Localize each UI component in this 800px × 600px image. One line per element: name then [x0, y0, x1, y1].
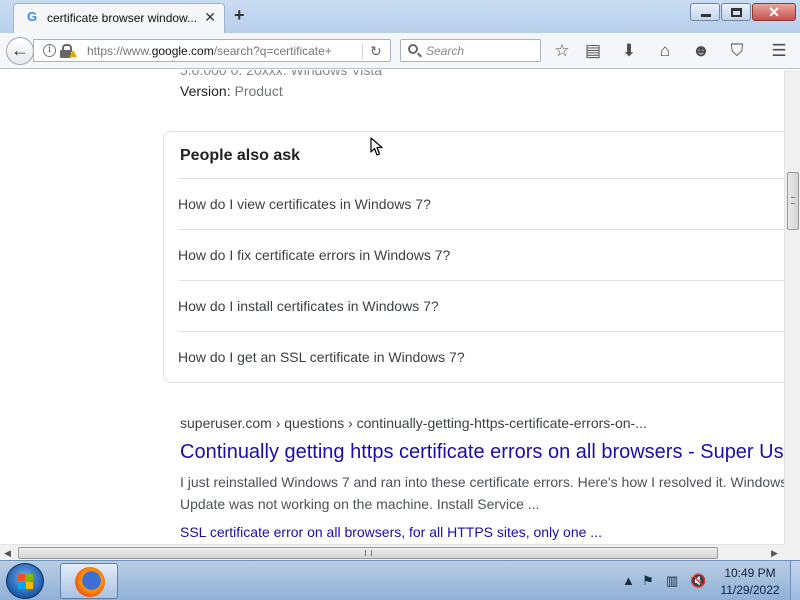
paa-question[interactable]: How do I fix certificate errors in Windo…: [178, 229, 784, 280]
paa-question[interactable]: How do I install certificates in Windows…: [178, 280, 784, 331]
warning-badge-icon: [69, 50, 77, 57]
firefox-icon: [75, 567, 105, 597]
clock-date: 11/29/2022: [720, 583, 780, 597]
search-placeholder: Search: [426, 44, 465, 58]
paa-question-text[interactable]: How do I get an SSL certificate in Windo…: [178, 349, 465, 365]
reload-icon[interactable]: ↻: [370, 42, 382, 60]
result-cite-url[interactable]: superuser.com › questions › continually-…: [180, 415, 647, 431]
tab-close-icon[interactable]: ✕: [204, 9, 216, 25]
version-line: Version: Product: [180, 83, 283, 99]
home-icon[interactable]: ⌂: [654, 40, 676, 62]
back-arrow-icon: ←: [11, 40, 29, 60]
search-bar[interactable]: Search: [400, 39, 541, 62]
maximize-button[interactable]: [721, 3, 751, 21]
windows-logo-icon: [18, 574, 34, 590]
pocket-icon[interactable]: ⛉: [726, 40, 748, 62]
navigation-toolbar: i https://www.google.com/search?q=certif…: [0, 33, 800, 69]
search-icon: [408, 44, 418, 54]
vertical-scroll-thumb[interactable]: [787, 172, 799, 230]
show-hidden-icons[interactable]: ▲: [622, 573, 635, 589]
paa-question[interactable]: How do I get an SSL certificate in Windo…: [178, 331, 784, 382]
url-text[interactable]: https://www.google.com/search?q=certific…: [87, 44, 362, 58]
paa-question-text[interactable]: How do I install certificates in Windows…: [178, 298, 439, 314]
snippet-line: I just reinstalled Windows 7 and ran int…: [180, 474, 784, 490]
browser-tab[interactable]: G certificate browser window... ✕: [13, 3, 225, 33]
tab-title: certificate browser window...: [47, 11, 198, 25]
page-content: 5.0.000 0. 20xxx: Windows Vista Version:…: [0, 70, 784, 544]
title-bar: G certificate browser window... ✕ + ✕: [0, 0, 800, 33]
paa-question-text[interactable]: How do I view certificates in Windows 7?: [178, 196, 431, 212]
windows-taskbar: ▲ ⚑ ▥ 🔇 10:49 PM 11/29/2022: [0, 560, 800, 600]
minimize-button[interactable]: [690, 3, 720, 21]
minimize-icon: [701, 14, 711, 17]
taskbar-firefox-button[interactable]: [60, 563, 118, 599]
vertical-scrollbar[interactable]: [784, 70, 800, 544]
reader-list-icon[interactable]: ▤: [582, 40, 604, 62]
google-favicon-icon: G: [26, 9, 38, 24]
system-clock[interactable]: 10:49 PM 11/29/2022: [712, 566, 788, 597]
close-window-button[interactable]: ✕: [752, 3, 796, 21]
people-also-ask-heading: People also ask: [180, 147, 301, 164]
info-icon[interactable]: i: [43, 44, 56, 57]
smiley-icon[interactable]: ☻: [690, 40, 712, 62]
paa-question[interactable]: How do I view certificates in Windows 7?: [178, 178, 784, 229]
url-bar[interactable]: i https://www.google.com/search?q=certif…: [33, 39, 391, 62]
close-icon: ✕: [768, 4, 780, 20]
previous-result-line: 5.0.000 0. 20xxx: Windows Vista: [180, 70, 383, 78]
network-icon[interactable]: ▥: [666, 573, 678, 589]
action-center-flag-icon[interactable]: ⚑: [642, 573, 654, 589]
show-desktop-button[interactable]: [790, 561, 800, 600]
back-button[interactable]: ←: [6, 37, 34, 65]
download-icon[interactable]: ⬇: [618, 40, 640, 62]
horizontal-scrollbar[interactable]: ◀ ▶: [0, 544, 784, 560]
snippet-line: Update was not working on the machine. I…: [180, 496, 540, 512]
window-controls: ✕: [690, 3, 796, 21]
start-button[interactable]: [6, 563, 44, 599]
paa-question-text[interactable]: How do I fix certificate errors in Windo…: [178, 247, 450, 263]
result-snippet: I just reinstalled Windows 7 and ran int…: [180, 471, 784, 515]
url-separator: [362, 43, 363, 59]
result-sub-link[interactable]: SSL certificate error on all browsers, f…: [180, 524, 602, 540]
maximize-icon: [731, 8, 742, 17]
hamburger-menu-icon[interactable]: ☰: [768, 40, 790, 62]
bookmark-star-icon[interactable]: ☆: [551, 40, 573, 62]
people-also-ask-box: People also ask How do I view certificat…: [163, 131, 784, 383]
result-title-link[interactable]: Continually getting https certificate er…: [180, 441, 784, 464]
horizontal-scroll-thumb[interactable]: [18, 547, 718, 559]
new-tab-button[interactable]: +: [234, 6, 245, 24]
scroll-left-arrow-icon[interactable]: ◀: [4, 547, 11, 559]
scroll-right-arrow-icon[interactable]: ▶: [771, 547, 778, 559]
scrollbar-corner: [784, 544, 800, 560]
volume-muted-icon[interactable]: 🔇: [690, 573, 706, 589]
mouse-cursor-icon: [370, 137, 383, 156]
clock-time: 10:49 PM: [724, 566, 776, 580]
